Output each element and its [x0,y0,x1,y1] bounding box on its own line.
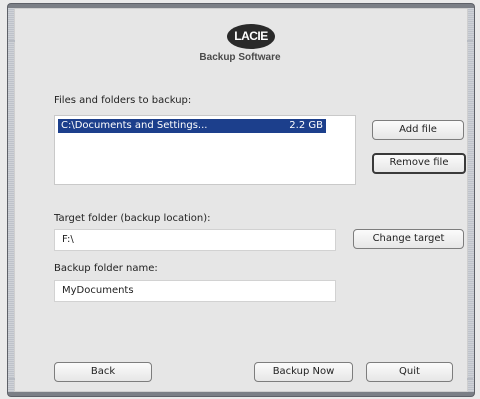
right-edge-strip [468,8,474,392]
remove-file-button[interactable]: Remove file [372,153,466,174]
quit-button[interactable]: Quit [366,362,453,382]
target-label: Target folder (backup location): [54,213,211,224]
files-listbox[interactable]: C:\Documents and Settings... 2.2 GB [54,115,356,185]
left-edge-strip [8,8,14,392]
right-bottom-notch [467,378,473,380]
add-file-button[interactable]: Add file [372,120,464,140]
list-item-size: 2.2 GB [289,120,323,131]
back-button[interactable]: Back [54,362,152,382]
change-target-button[interactable]: Change target [353,229,464,249]
list-item-path: C:\Documents and Settings... [61,120,208,131]
left-top-notch [9,40,15,42]
backup-now-button[interactable]: Backup Now [254,362,353,382]
right-top-notch [467,40,473,42]
left-bottom-notch [9,378,15,380]
list-item[interactable]: C:\Documents and Settings... 2.2 GB [58,119,326,133]
main-panel [14,8,468,392]
target-folder-field[interactable]: F:\ [54,229,336,251]
files-label: Files and folders to backup: [54,95,192,106]
lacie-logo: LACIE [227,24,275,49]
folder-name-field[interactable]: MyDocuments [54,280,336,302]
folder-name-label: Backup folder name: [54,263,158,274]
product-title: Backup Software [199,52,281,63]
